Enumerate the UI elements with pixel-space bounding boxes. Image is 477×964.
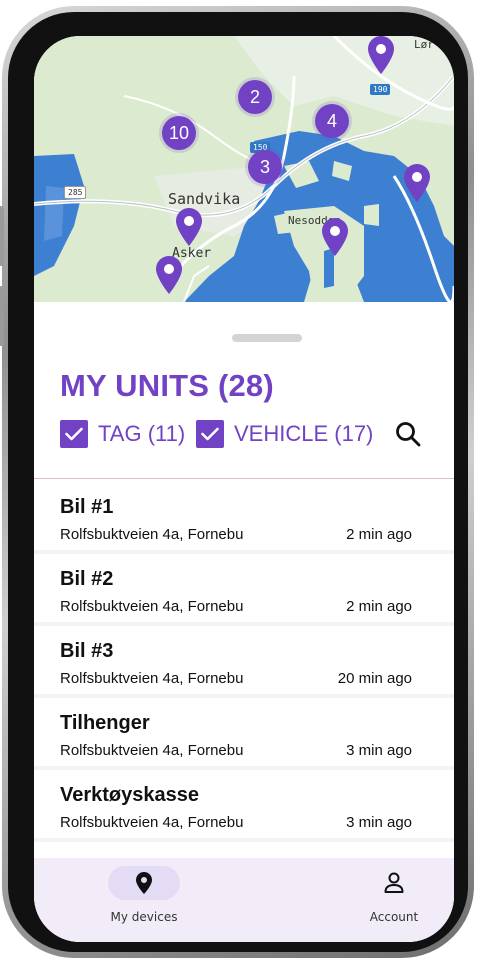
device-name: Bil #3 bbox=[60, 640, 114, 662]
search-icon[interactable] bbox=[394, 420, 422, 448]
device-row[interactable]: Tilhenger Rolfsbuktveien 4a, Fornebu 3 m… bbox=[34, 698, 454, 770]
map-view[interactable]: 190 150 285 Sandvika Asker Nesodden Lør … bbox=[34, 36, 454, 302]
device-name: Bil #2 bbox=[60, 568, 114, 590]
device-name: Verktøyskasse bbox=[60, 784, 200, 806]
units-title: MY UNITS (28) bbox=[60, 368, 274, 403]
filter-tag[interactable]: TAG (11) bbox=[60, 420, 185, 448]
device-row[interactable]: Bil #2 Rolfsbuktveien 4a, Fornebu 2 min … bbox=[34, 554, 454, 626]
location-pin-icon[interactable] bbox=[176, 208, 202, 246]
nav-my-devices[interactable]: My devices bbox=[108, 866, 180, 924]
device-name: Tilhenger bbox=[60, 712, 150, 734]
filter-tag-label: TAG (11) bbox=[98, 421, 186, 446]
checkbox-checked-icon[interactable] bbox=[60, 420, 88, 448]
device-row[interactable]: Bil #1 Rolfsbuktveien 4a, Fornebu 2 min … bbox=[34, 482, 454, 554]
nav-my-devices-label: My devices bbox=[110, 910, 178, 924]
map-cluster-marker[interactable]: 10 bbox=[162, 116, 196, 150]
nav-account[interactable]: Account bbox=[358, 866, 430, 924]
map-cluster-marker[interactable]: 3 bbox=[248, 150, 282, 184]
location-pin-icon[interactable] bbox=[368, 36, 394, 74]
location-pin-icon[interactable] bbox=[322, 218, 348, 256]
device-address: Rolfsbuktveien 4a, Fornebu bbox=[60, 670, 244, 687]
app-screen: 190 150 285 Sandvika Asker Nesodden Lør … bbox=[34, 36, 454, 942]
location-pin-icon bbox=[136, 872, 152, 894]
units-sheet: MY UNITS (28) TAG (11) VEHICLE (17) Bil … bbox=[34, 302, 454, 942]
filter-vehicle-label: VEHICLE (17) bbox=[234, 421, 374, 446]
person-icon bbox=[384, 872, 404, 893]
divider bbox=[34, 478, 454, 479]
device-address: Rolfsbuktveien 4a, Fornebu bbox=[60, 598, 244, 615]
device-address: Rolfsbuktveien 4a, Fornebu bbox=[60, 742, 244, 759]
nav-active-indicator bbox=[108, 866, 180, 900]
nav-icon-container bbox=[358, 866, 430, 900]
location-pin-icon[interactable] bbox=[404, 164, 430, 202]
phone-side-button bbox=[0, 286, 4, 346]
device-name: Bil #1 bbox=[60, 496, 114, 518]
device-last-seen: 2 min ago bbox=[346, 526, 412, 543]
device-address: Rolfsbuktveien 4a, Fornebu bbox=[60, 526, 244, 543]
sheet-drag-handle[interactable] bbox=[232, 334, 302, 342]
location-pin-icon[interactable] bbox=[156, 256, 182, 294]
device-last-seen: 3 min ago bbox=[346, 814, 412, 831]
road-badge: 190 bbox=[370, 84, 391, 95]
filter-vehicle[interactable]: VEHICLE (17) bbox=[196, 420, 373, 448]
map-cluster-marker[interactable]: 2 bbox=[238, 80, 272, 114]
device-row[interactable]: Verktøyskasse Rolfsbuktveien 4a, Fornebu… bbox=[34, 770, 454, 842]
bottom-navigation: My devices Account bbox=[34, 858, 454, 942]
device-list: Bil #1 Rolfsbuktveien 4a, Fornebu 2 min … bbox=[34, 482, 454, 842]
device-row[interactable]: Bil #3 Rolfsbuktveien 4a, Fornebu 20 min… bbox=[34, 626, 454, 698]
nav-account-label: Account bbox=[369, 910, 419, 924]
device-last-seen: 3 min ago bbox=[346, 742, 412, 759]
phone-side-button bbox=[0, 206, 4, 266]
map-place-label: Lør bbox=[414, 38, 434, 51]
device-last-seen: 20 min ago bbox=[337, 670, 412, 687]
device-last-seen: 2 min ago bbox=[346, 598, 412, 615]
device-address: Rolfsbuktveien 4a, Fornebu bbox=[60, 814, 244, 831]
map-cluster-marker[interactable]: 4 bbox=[315, 104, 349, 138]
checkbox-checked-icon[interactable] bbox=[196, 420, 224, 448]
map-base bbox=[34, 36, 454, 302]
road-badge: 285 bbox=[64, 186, 87, 199]
map-place-label: Sandvika bbox=[168, 190, 241, 208]
